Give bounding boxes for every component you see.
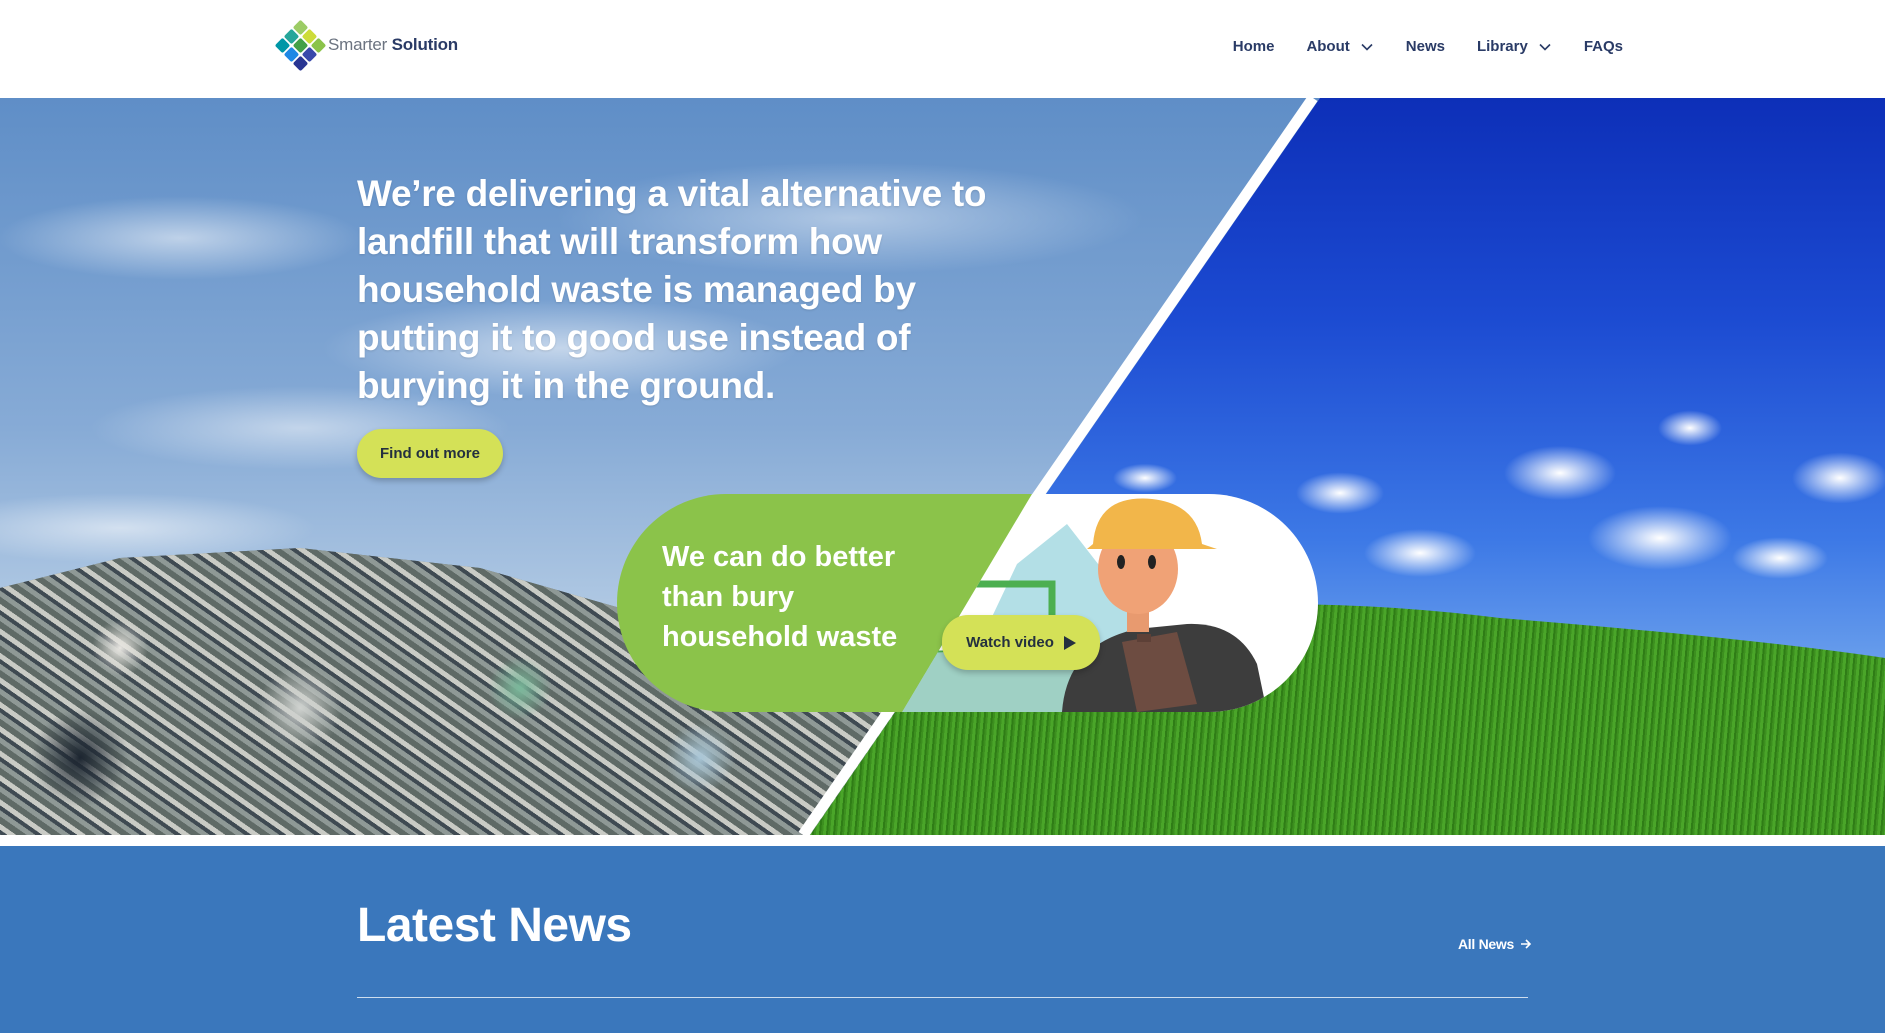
nav-item-label: FAQs bbox=[1583, 38, 1623, 55]
latest-news-title: Latest News bbox=[357, 899, 632, 952]
arrow-right-icon bbox=[1520, 939, 1532, 949]
latest-news-section: Latest News All News bbox=[0, 846, 1885, 1033]
video-title: We can do better than bury household was… bbox=[662, 541, 898, 653]
find-out-more-button[interactable]: Find out more bbox=[357, 429, 503, 478]
all-news-label: All News bbox=[1458, 936, 1514, 952]
news-divider bbox=[357, 997, 1528, 998]
watch-video-label: Watch video bbox=[966, 634, 1054, 651]
logo-text-light: Smarter bbox=[328, 35, 388, 54]
all-news-link[interactable]: All News bbox=[1458, 936, 1532, 952]
nav-item-faqs[interactable]: FAQs bbox=[1584, 38, 1623, 55]
logo-wordmark: Smarter Solution bbox=[328, 35, 458, 55]
nav-item-library[interactable]: Library bbox=[1477, 38, 1552, 55]
nav-item-about[interactable]: About bbox=[1306, 38, 1373, 55]
logo-mark-icon bbox=[274, 19, 327, 72]
nav-item-label: Home bbox=[1232, 38, 1275, 55]
logo-text-bold: Solution bbox=[391, 35, 459, 54]
nav-item-home[interactable]: Home bbox=[1233, 38, 1275, 55]
site-logo[interactable]: Smarter Solution bbox=[274, 19, 458, 72]
hero-heading: We’re delivering a vital alternative to … bbox=[357, 173, 987, 406]
watch-video-button[interactable]: Watch video bbox=[942, 615, 1100, 670]
main-nav: Home About News Library FAQs bbox=[1201, 38, 1623, 55]
nav-item-label: About bbox=[1306, 38, 1350, 55]
nav-item-label: Library bbox=[1476, 38, 1528, 55]
nav-item-label: News bbox=[1405, 38, 1445, 55]
nav-item-news[interactable]: News bbox=[1406, 38, 1445, 55]
site-header: Smarter Solution Home About News Library… bbox=[0, 0, 1885, 98]
play-icon bbox=[1063, 635, 1076, 650]
chevron-down-icon bbox=[1361, 43, 1373, 51]
chevron-down-icon bbox=[1539, 43, 1551, 51]
